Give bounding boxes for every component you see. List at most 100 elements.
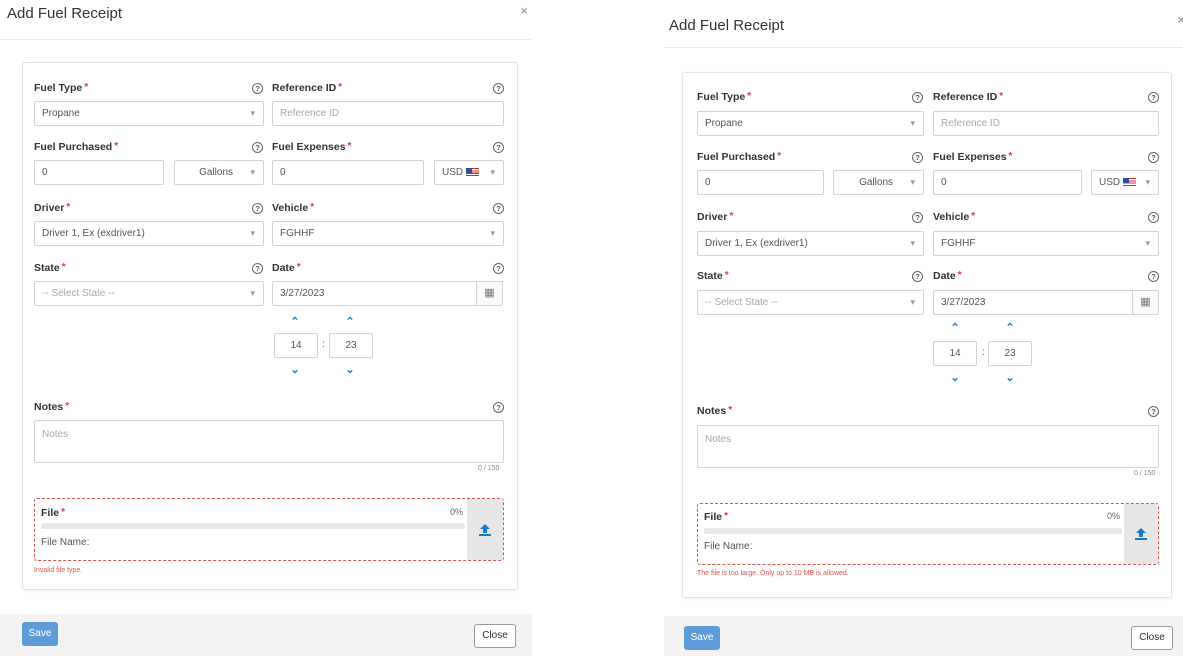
currency-select[interactable]: USD [434, 160, 504, 185]
notes-char-counter: 0 / 150 [478, 465, 500, 472]
vehicle-select[interactable]: FGHHF [272, 221, 504, 246]
notes-label: Notes * [34, 401, 70, 413]
fuel-type-label: Fuel Type * [697, 91, 752, 103]
modal-header: Add Fuel Receipt × [664, 0, 1183, 48]
state-label: State * [34, 262, 66, 274]
minute-up-chevron-up-icon[interactable]: ⌃ [1003, 323, 1017, 334]
fuel-type-select[interactable]: Propane [697, 111, 924, 136]
date-input[interactable]: 3/27/2023 [933, 290, 1133, 315]
minute-down-chevron-down-icon[interactable]: ⌄ [1003, 373, 1017, 384]
fuel-purchased-label: Fuel Purchased * [34, 141, 119, 153]
file-label: File * [41, 507, 65, 519]
help-icon[interactable]: ? [912, 92, 923, 103]
reference-id-label: Reference ID * [272, 82, 343, 94]
help-icon[interactable]: ? [252, 83, 263, 94]
fuel-expenses-label: Fuel Expenses * [933, 151, 1013, 163]
hour-down-chevron-down-icon[interactable]: ⌄ [948, 373, 962, 384]
hour-input[interactable]: 14 [274, 333, 318, 358]
hour-down-chevron-down-icon[interactable]: ⌄ [288, 365, 302, 376]
fuel-purchased-input[interactable]: 0 [34, 160, 164, 185]
help-icon[interactable]: ? [252, 263, 263, 274]
file-name-label: File Name: [704, 541, 753, 552]
help-icon[interactable]: ? [493, 142, 504, 153]
notes-char-counter: 0 / 150 [1134, 470, 1156, 477]
reference-id-label: Reference ID * [933, 91, 1004, 103]
driver-select[interactable]: Driver 1, Ex (exdriver1) [697, 231, 924, 256]
driver-label: Driver * [697, 211, 734, 223]
close-icon[interactable]: × [520, 3, 528, 18]
notes-textarea[interactable]: Notes [34, 420, 504, 463]
file-label: File * [704, 511, 728, 523]
help-icon[interactable]: ? [252, 203, 263, 214]
file-name-label: File Name: [41, 537, 90, 548]
upload-progress-bar [41, 523, 465, 529]
fuel-unit-select[interactable]: Gallons [833, 170, 924, 195]
time-separator: : [982, 347, 985, 358]
help-icon[interactable]: ? [1148, 92, 1159, 103]
save-button[interactable]: Save [22, 622, 58, 646]
modal-footer: Save Close [0, 614, 532, 656]
state-select[interactable]: -- Select State -- [697, 290, 924, 315]
calendar-icon[interactable]: ▦ [1132, 290, 1159, 315]
currency-select[interactable]: USD [1091, 170, 1159, 195]
help-icon[interactable]: ? [912, 271, 923, 282]
state-select[interactable]: -- Select State -- [34, 281, 264, 306]
fuel-purchased-input[interactable]: 0 [697, 170, 824, 195]
help-icon[interactable]: ? [1148, 212, 1159, 223]
help-icon[interactable]: ? [493, 263, 504, 274]
help-icon[interactable]: ? [493, 402, 504, 413]
fuel-unit-select[interactable]: Gallons [174, 160, 264, 185]
minute-input[interactable]: 23 [988, 341, 1032, 366]
hour-up-chevron-up-icon[interactable]: ⌃ [288, 317, 302, 328]
date-input[interactable]: 3/27/2023 [272, 281, 477, 306]
upload-progress-bar [704, 528, 1122, 534]
modal-header: Add Fuel Receipt × [0, 0, 532, 40]
help-icon[interactable]: ? [252, 142, 263, 153]
upload-icon[interactable] [1124, 504, 1158, 564]
reference-id-input[interactable]: Reference ID [933, 111, 1159, 136]
calendar-icon[interactable]: ▦ [476, 281, 503, 306]
fuel-expenses-input[interactable]: 0 [272, 160, 424, 185]
help-icon[interactable]: ? [912, 152, 923, 163]
fuel-purchased-label: Fuel Purchased * [697, 151, 782, 163]
driver-label: Driver * [34, 202, 71, 214]
notes-label: Notes * [697, 405, 733, 417]
help-icon[interactable]: ? [1148, 406, 1159, 417]
us-flag-icon [466, 168, 480, 176]
help-icon[interactable]: ? [912, 212, 923, 223]
minute-down-chevron-down-icon[interactable]: ⌄ [343, 365, 357, 376]
vehicle-label: Vehicle * [933, 211, 976, 223]
form-card: Fuel Type* ? Propane Reference ID* ? Ref… [22, 62, 518, 590]
minute-up-chevron-up-icon[interactable]: ⌃ [343, 317, 357, 328]
help-icon[interactable]: ? [1148, 152, 1159, 163]
file-error-message: Invalid file type. [34, 567, 83, 574]
close-button[interactable]: Close [474, 624, 516, 648]
hour-up-chevron-up-icon[interactable]: ⌃ [948, 323, 962, 334]
minute-input[interactable]: 23 [329, 333, 373, 358]
fuel-expenses-input[interactable]: 0 [933, 170, 1082, 195]
close-button[interactable]: Close [1131, 626, 1173, 650]
file-error-message: The file is too large. Only up to 10 MB … [697, 570, 849, 577]
form-card: Fuel Type* ? Propane Reference ID* ? Ref… [682, 72, 1172, 598]
help-icon[interactable]: ? [493, 83, 504, 94]
fuel-expenses-label: Fuel Expenses * [272, 141, 352, 153]
file-upload-zone[interactable]: File * 0% File Name: [34, 498, 504, 561]
help-icon[interactable]: ? [1148, 271, 1159, 282]
upload-progress-text: 0% [1107, 511, 1121, 521]
reference-id-input[interactable]: Reference ID [272, 101, 504, 126]
date-label: Date * [272, 262, 301, 274]
fuel-type-select[interactable]: Propane [34, 101, 264, 126]
close-icon[interactable]: × [1177, 12, 1183, 27]
us-flag-icon [1123, 178, 1137, 186]
upload-progress-text: 0% [450, 507, 464, 517]
driver-select[interactable]: Driver 1, Ex (exdriver1) [34, 221, 264, 246]
vehicle-label: Vehicle * [272, 202, 315, 214]
fuel-type-label: Fuel Type * [34, 82, 89, 94]
save-button[interactable]: Save [684, 626, 720, 650]
help-icon[interactable]: ? [493, 203, 504, 214]
vehicle-select[interactable]: FGHHF [933, 231, 1159, 256]
hour-input[interactable]: 14 [933, 341, 977, 366]
notes-textarea[interactable]: Notes [697, 425, 1159, 468]
upload-icon[interactable] [467, 499, 503, 560]
file-upload-zone[interactable]: File * 0% File Name: [697, 503, 1159, 565]
